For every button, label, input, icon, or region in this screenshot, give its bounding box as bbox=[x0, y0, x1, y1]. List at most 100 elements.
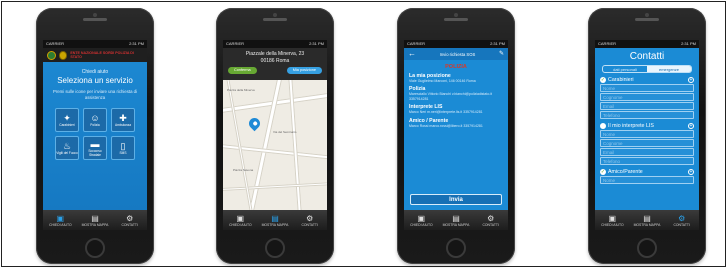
service-sms-button[interactable]: ▯ SMS bbox=[111, 136, 135, 160]
speaker bbox=[83, 18, 107, 21]
service-label: Polizia bbox=[90, 122, 100, 127]
map-view[interactable]: Piazza della Minerva Via del Seminario P… bbox=[223, 80, 327, 210]
name-field[interactable]: Nome bbox=[600, 84, 694, 92]
phone-field[interactable]: Telefono bbox=[600, 157, 694, 165]
camera bbox=[454, 13, 458, 17]
tab-contatti[interactable]: ⚙ Contatti bbox=[112, 210, 147, 230]
name-field[interactable]: Nome bbox=[600, 176, 694, 184]
nav-bar: ← Invio richiesta SOS ✎ bbox=[404, 48, 508, 60]
service-carabinieri-button[interactable]: ✦ Carabinieri bbox=[55, 108, 79, 132]
confirm-button[interactable]: Conferma bbox=[228, 67, 257, 74]
section-friend[interactable]: ✓ Amico/Parente + bbox=[600, 169, 694, 175]
tab-mostra-mappa[interactable]: ▤ Mostra mappa bbox=[630, 210, 665, 230]
add-icon[interactable]: + bbox=[688, 123, 694, 129]
tab-chiedi-aiuto[interactable]: ▣ Chiedi aiuto bbox=[595, 210, 630, 230]
surname-field[interactable]: Cognome bbox=[600, 139, 694, 147]
briefcase-icon: ▣ bbox=[417, 213, 426, 223]
heading-small: Chiedi aiuto bbox=[81, 69, 109, 75]
tab-mostra-mappa[interactable]: ▤ Mostra mappa bbox=[78, 210, 113, 230]
tab-label: Contatti bbox=[673, 222, 690, 227]
tab-mostra-mappa[interactable]: ▤ Mostra mappa bbox=[439, 210, 474, 230]
status-time: 2:31 PM bbox=[681, 41, 696, 46]
send-button[interactable]: Invia bbox=[410, 194, 502, 205]
tab-label: Mostra mappa bbox=[442, 222, 470, 227]
name-field[interactable]: Nome bbox=[600, 130, 694, 138]
tab-label: Chiedi aiuto bbox=[229, 222, 252, 227]
carrier-label: CARRIER bbox=[598, 41, 617, 46]
nav-title: Invio richiesta SOS bbox=[439, 51, 476, 57]
service-label: SMS bbox=[119, 150, 127, 155]
tab-contatti[interactable]: ⚙ Contatti bbox=[292, 210, 327, 230]
section-label: Amico/Parente bbox=[608, 169, 643, 175]
fire-icon: ♨ bbox=[62, 140, 72, 151]
tab-chiedi-aiuto[interactable]: ▣ Chiedi aiuto bbox=[223, 210, 258, 230]
tab-chiedi-aiuto[interactable]: ▣ Chiedi aiuto bbox=[404, 210, 439, 230]
service-label: Carabinieri bbox=[59, 122, 75, 127]
briefcase-icon: ▣ bbox=[608, 213, 617, 223]
edit-pencil-icon[interactable]: ✎ bbox=[499, 50, 504, 58]
segmented-control: dati personali emergenze bbox=[602, 65, 692, 73]
speaker bbox=[635, 18, 659, 21]
status-time: 2:31 PM bbox=[309, 41, 324, 46]
tab-chiedi-aiuto[interactable]: ▣ Chiedi aiuto bbox=[43, 210, 78, 230]
service-polizia-button[interactable]: ☺ Polizia bbox=[83, 108, 107, 132]
status-bar: CARRIER 2:31 PM bbox=[595, 40, 699, 48]
map-label: Piazza Navona bbox=[233, 168, 254, 172]
car-icon: ▬ bbox=[90, 138, 100, 149]
service-grid: ✦ Carabinieri ☺ Polizia ✚ Ambulanza ♨ Vigili… bbox=[43, 108, 147, 160]
my-position-button[interactable]: Mia posizione bbox=[286, 67, 322, 74]
tab-label: Chiedi aiuto bbox=[49, 222, 72, 227]
header-logo-bar: ENTE NAZIONALE SORDI POLIZIA DI STATO bbox=[43, 48, 147, 62]
carrier-label: CARRIER bbox=[226, 41, 245, 46]
tab-personal-data[interactable]: dati personali bbox=[603, 66, 647, 72]
tab-mostra-mappa[interactable]: ▤ Mostra mappa bbox=[258, 210, 293, 230]
service-label: Ambulanza bbox=[115, 122, 131, 127]
phone-1: CARRIER 2:31 PM ENTE NAZIONALE SORDI POL… bbox=[36, 8, 154, 264]
tab-label: Contatti bbox=[301, 222, 318, 227]
radio-icon[interactable] bbox=[600, 123, 606, 129]
address-header: Piazzale della Minerva, 23 00186 Roma Co… bbox=[223, 48, 327, 80]
tab-label: Chiedi aiuto bbox=[410, 222, 433, 227]
phone-field[interactable]: Telefono bbox=[600, 111, 694, 119]
ambulance-icon: ✚ bbox=[119, 112, 127, 123]
surname-field[interactable]: Cognome bbox=[600, 93, 694, 101]
home-button[interactable] bbox=[265, 238, 285, 258]
add-icon[interactable]: + bbox=[688, 169, 694, 175]
add-icon[interactable]: + bbox=[688, 77, 694, 83]
status-bar: CARRIER 2:31 PM bbox=[223, 40, 327, 48]
map-icon: ▤ bbox=[271, 213, 279, 223]
service-label: Soccorso Stradale bbox=[88, 148, 102, 157]
email-field[interactable]: Email bbox=[600, 102, 694, 110]
phone-4: CARRIER 2:31 PM Contatti dati personali … bbox=[588, 8, 706, 264]
camera bbox=[273, 13, 277, 17]
service-vigili-button[interactable]: ♨ Vigili del Fuoco bbox=[55, 136, 79, 160]
tab-bar: ▣ Chiedi aiuto ▤ Mostra mappa ⚙ Contatti bbox=[223, 210, 327, 230]
service-soccorso-button[interactable]: ▬ Soccorso Stradale bbox=[83, 136, 107, 160]
tab-contatti[interactable]: ⚙ Contatti bbox=[473, 210, 508, 230]
location-pin-icon[interactable] bbox=[246, 115, 263, 132]
service-ambulanza-button[interactable]: ✚ Ambulanza bbox=[111, 108, 135, 132]
check-icon[interactable]: ✓ bbox=[600, 77, 606, 83]
email-field[interactable]: Email bbox=[600, 148, 694, 156]
back-arrow-icon[interactable]: ← bbox=[408, 50, 416, 58]
section-carabinieri[interactable]: ✓ Carabinieri + bbox=[600, 77, 694, 83]
camera bbox=[645, 13, 649, 17]
info-block-police: Polizia Maresciallo Vittorio Bianchi v.b… bbox=[404, 83, 508, 101]
tab-contatti[interactable]: ⚙ Contatti bbox=[664, 210, 699, 230]
tab-bar: ▣ Chiedi aiuto ▤ Mostra mappa ⚙ Contatti bbox=[595, 210, 699, 230]
tab-label: Chiedi aiuto bbox=[601, 222, 624, 227]
home-button[interactable] bbox=[446, 238, 466, 258]
section-interpreter[interactable]: Il mio interprete LIS + bbox=[600, 123, 694, 129]
block-detail: Maresciallo Vittorio Bianchi v.bianchi@p… bbox=[409, 92, 492, 101]
info-block-friend: Amico / Parente Marco Rossi marco.rossi@… bbox=[404, 115, 508, 128]
status-time: 2:31 PM bbox=[490, 41, 505, 46]
carrier-label: CARRIER bbox=[407, 41, 426, 46]
screen-sos-request: CARRIER 2:31 PM ← Invio richiesta SOS ✎ … bbox=[404, 40, 508, 230]
home-button[interactable] bbox=[85, 238, 105, 258]
screen-contacts: CARRIER 2:31 PM Contatti dati personali … bbox=[595, 40, 699, 230]
home-button[interactable] bbox=[637, 238, 657, 258]
check-icon[interactable]: ✓ bbox=[600, 169, 606, 175]
phone-2: CARRIER 2:31 PM Piazzale della Minerva, … bbox=[216, 8, 334, 264]
tab-emergencies[interactable]: emergenze bbox=[647, 66, 691, 72]
gear-icon: ⚙ bbox=[678, 213, 686, 223]
